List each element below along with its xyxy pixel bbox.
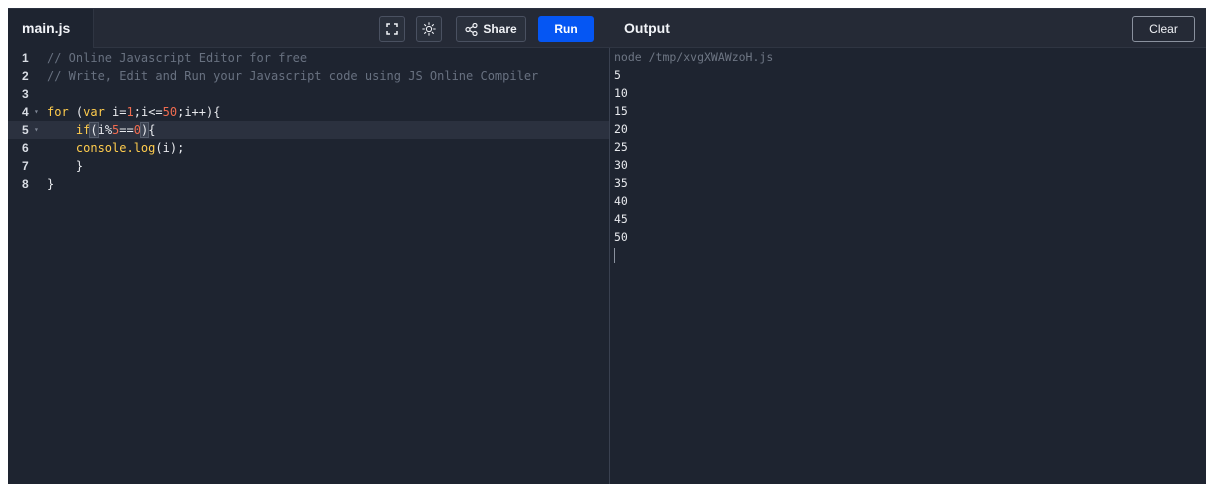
theme-toggle-button[interactable] bbox=[416, 16, 442, 42]
output-line: 35 bbox=[614, 176, 628, 190]
share-label: Share bbox=[483, 22, 517, 36]
fullscreen-button[interactable] bbox=[379, 16, 405, 42]
sun-icon bbox=[422, 22, 436, 36]
code-token: var bbox=[83, 105, 105, 119]
code-token: (i); bbox=[155, 141, 185, 155]
code-text: // Online Javascript Editor for free bbox=[47, 49, 307, 67]
code-token: == bbox=[119, 123, 134, 137]
line-number: 8 bbox=[22, 177, 29, 191]
output-line: 50 bbox=[614, 230, 628, 244]
output-line: 25 bbox=[614, 140, 628, 154]
code-token: i= bbox=[104, 105, 127, 119]
code-token: console.log bbox=[75, 141, 156, 155]
output-line: 10 bbox=[614, 86, 628, 100]
code-line[interactable]: 8} bbox=[8, 175, 609, 193]
fold-arrow-icon[interactable]: ▾ bbox=[34, 121, 39, 139]
code-token: // Online Javascript Editor for free bbox=[47, 51, 308, 65]
output-command: node /tmp/xvgXWAWzoH.js bbox=[614, 50, 774, 64]
code-text: } bbox=[47, 157, 83, 175]
line-number: 2 bbox=[22, 69, 29, 83]
text-cursor bbox=[614, 248, 615, 263]
code-token: { bbox=[148, 123, 156, 137]
fullscreen-icon bbox=[386, 23, 398, 35]
code-text: } bbox=[47, 175, 54, 193]
top-toolbar: main.js Share Run Output Clear bbox=[8, 9, 1206, 48]
code-text: for (var i=1;i<=50;i++){ bbox=[47, 103, 220, 121]
share-button[interactable]: Share bbox=[456, 16, 526, 42]
output-title: Output bbox=[624, 20, 670, 36]
code-line[interactable]: 7 } bbox=[8, 157, 609, 175]
code-line[interactable]: 2 // Write, Edit and Run your Javascript … bbox=[8, 67, 609, 85]
code-token: ;i++){ bbox=[177, 105, 221, 119]
line-number: 3 bbox=[22, 87, 29, 101]
code-editor[interactable]: 1 // Online Javascript Editor for free 2 //… bbox=[8, 48, 609, 484]
code-line[interactable]: 5 ▾ if(i%5==0){ bbox=[8, 121, 609, 139]
output-console: node /tmp/xvgXWAWzoH.js 5 10 15 20 25 30 35 40 4… bbox=[610, 48, 1206, 484]
code-token: if bbox=[75, 123, 91, 137]
clear-button[interactable]: Clear bbox=[1132, 16, 1195, 42]
code-text: // Write, Edit and Run your Javascript c… bbox=[47, 67, 538, 85]
line-number: 7 bbox=[22, 159, 29, 173]
run-button[interactable]: Run bbox=[538, 16, 594, 42]
code-token: i% bbox=[97, 123, 113, 137]
code-token: 50 bbox=[162, 105, 178, 119]
code-line[interactable]: 6 console.log(i); bbox=[8, 139, 609, 157]
line-number: 6 bbox=[22, 141, 29, 155]
code-line[interactable]: 1 // Online Javascript Editor for free bbox=[8, 49, 609, 67]
code-token: } bbox=[47, 177, 55, 191]
output-line: 5 bbox=[614, 68, 621, 82]
code-token: ( bbox=[68, 105, 84, 119]
file-tab-main-js[interactable]: main.js bbox=[8, 9, 94, 48]
code-token: for bbox=[47, 105, 69, 119]
code-token: } bbox=[47, 159, 84, 173]
output-line: 30 bbox=[614, 158, 628, 172]
code-token: ;i<= bbox=[133, 105, 163, 119]
line-number: 1 bbox=[22, 51, 29, 65]
output-line: 45 bbox=[614, 212, 628, 226]
output-line: 15 bbox=[614, 104, 628, 118]
output-line: 20 bbox=[614, 122, 628, 136]
code-line[interactable]: 3 bbox=[8, 85, 609, 103]
output-line: 40 bbox=[614, 194, 628, 208]
js-online-compiler: main.js Share Run Output Clear 1 // Onli… bbox=[8, 8, 1206, 484]
code-text: if(i%5==0){ bbox=[47, 121, 155, 139]
code-token: 0 bbox=[133, 123, 141, 137]
code-token: // Write, Edit and Run your Javascript c… bbox=[47, 69, 539, 83]
code-token: ( bbox=[89, 122, 99, 138]
share-icon bbox=[465, 22, 478, 36]
code-line[interactable]: 4 ▾ for (var i=1;i<=50;i++){ bbox=[8, 103, 609, 121]
code-text: console.log(i); bbox=[47, 139, 184, 157]
fold-arrow-icon[interactable]: ▾ bbox=[34, 103, 39, 121]
code-token: 1 bbox=[126, 105, 134, 119]
